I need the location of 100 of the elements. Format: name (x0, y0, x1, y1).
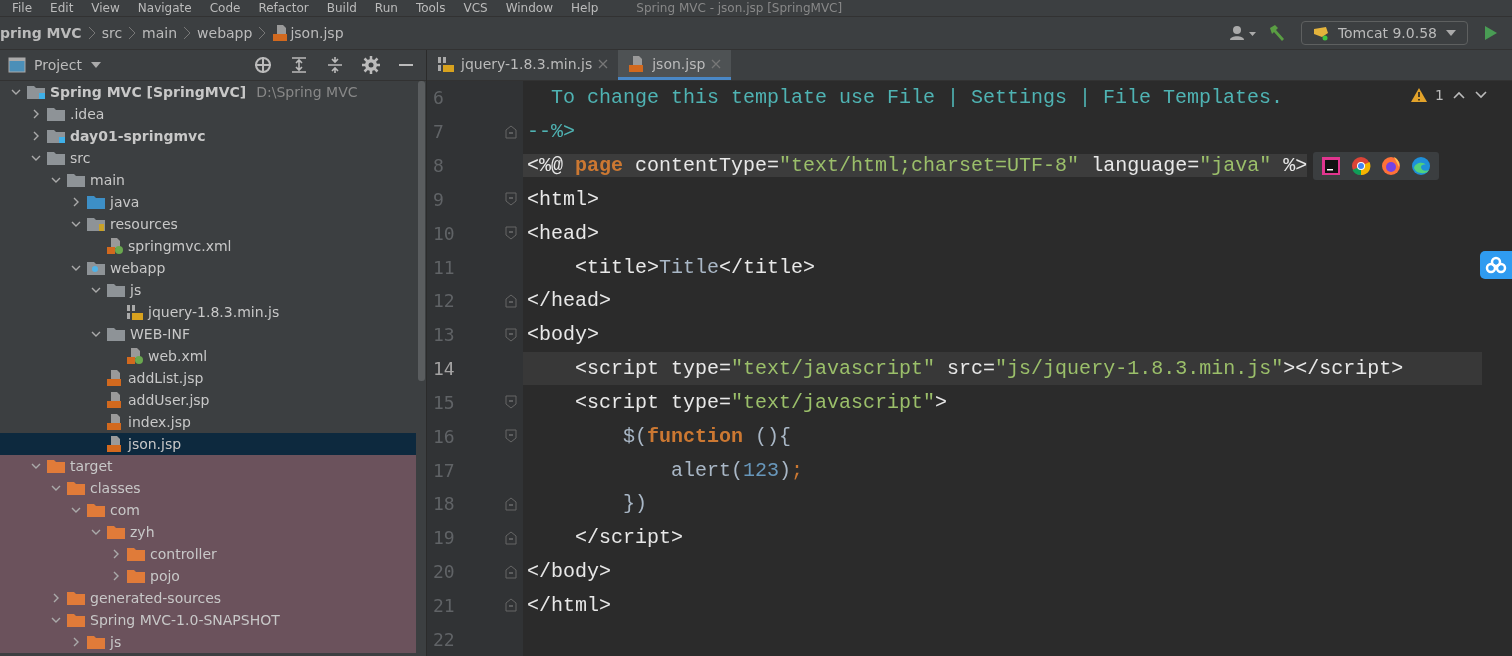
project-view-dropdown[interactable]: Project (8, 57, 102, 73)
breadcrumb-item[interactable]: main (142, 25, 178, 41)
tree-item[interactable]: day01-springmvc (0, 125, 416, 147)
fold-marker-icon[interactable] (505, 293, 517, 308)
fold-marker-icon[interactable] (505, 192, 517, 207)
folder-icon (106, 282, 126, 298)
jsp-file-icon (106, 369, 124, 387)
tree-item[interactable]: pojo (0, 565, 416, 587)
chevron-up-icon[interactable] (1452, 90, 1466, 100)
xml-file-icon (126, 347, 144, 365)
fold-marker-icon[interactable] (505, 124, 517, 139)
tree-item[interactable]: resources (0, 213, 416, 235)
fold-marker-icon[interactable] (505, 327, 517, 342)
menu-item[interactable]: VCS (463, 1, 488, 15)
close-icon[interactable] (711, 58, 722, 69)
tree-item[interactable]: json.jsp (0, 433, 416, 455)
folder-icon (66, 612, 86, 628)
tree-item[interactable]: zyh (0, 521, 416, 543)
folder-icon (86, 634, 106, 650)
tree-item[interactable]: Spring MVC-1.0-SNAPSHOT (0, 609, 416, 631)
menu-item[interactable]: Help (571, 1, 599, 15)
module-folder-icon (46, 128, 66, 144)
tree-item[interactable]: target (0, 455, 416, 477)
tree-item[interactable]: jquery-1.8.3.min.js (0, 301, 416, 323)
tree-item[interactable]: js (0, 631, 416, 653)
tree-item[interactable]: Spring MVC [SpringMVC] D:\Spring MVC (0, 81, 416, 103)
tree-item[interactable]: classes (0, 477, 416, 499)
line-number: 14 (433, 358, 455, 380)
tree-item[interactable]: js (0, 279, 416, 301)
run-configuration-dropdown[interactable]: Tomcat 9.0.58 (1300, 21, 1468, 45)
fold-marker-icon[interactable] (505, 226, 517, 241)
code-line: </body> (526, 560, 611, 583)
folder-icon (86, 502, 106, 518)
menu-item[interactable]: Refactor (258, 1, 309, 15)
breadcrumb-item[interactable]: pring MVC (0, 25, 82, 41)
xml-file-icon (106, 237, 124, 255)
warning-icon[interactable] (1411, 88, 1428, 102)
menu-item[interactable]: Edit (50, 1, 74, 15)
breadcrumb-item[interactable]: src (101, 25, 123, 41)
menu-item[interactable]: File (12, 1, 33, 15)
code-line: $(function (){ (622, 424, 792, 448)
tree-item[interactable]: com (0, 499, 416, 521)
tree-item[interactable]: addList.jsp (0, 367, 416, 389)
menu-item[interactable]: Run (374, 1, 398, 15)
resources-folder-icon (86, 216, 106, 232)
chevron-separator-icon (258, 26, 267, 40)
ide-logo-icon[interactable] (1321, 155, 1342, 176)
folder-icon (66, 590, 86, 606)
code-line: <html> (526, 187, 599, 211)
js-file-icon (437, 54, 455, 73)
menu-item[interactable]: Tools (415, 1, 446, 15)
chevron-down-icon[interactable] (1474, 90, 1488, 100)
source-folder-icon (86, 194, 106, 210)
scrollbar-thumb[interactable] (417, 81, 425, 381)
firefox-icon[interactable] (1381, 155, 1402, 176)
chevron-separator-icon (183, 26, 192, 40)
window-icon (8, 57, 26, 73)
fold-marker-icon[interactable] (505, 496, 517, 511)
close-icon[interactable] (598, 58, 609, 69)
breadcrumb-item[interactable]: webapp (197, 25, 253, 41)
breadcrumb-item[interactable]: json.jsp (290, 25, 344, 41)
js-file-icon (126, 303, 144, 321)
menu-item[interactable]: Build (326, 1, 357, 15)
chrome-icon[interactable] (1351, 155, 1372, 176)
tree-item[interactable]: springmvc.xml (0, 235, 416, 257)
menu-item[interactable]: View (91, 1, 120, 15)
tree-item[interactable]: .idea (0, 103, 416, 125)
menu-item[interactable]: Code (209, 1, 241, 15)
module-folder-icon (26, 84, 46, 100)
folder-icon (46, 150, 66, 166)
menu-item[interactable]: Window (505, 1, 553, 15)
code-line: <title>Title</title> (574, 255, 816, 279)
jsp-file-icon (106, 435, 124, 453)
jsp-file-icon (106, 413, 124, 431)
tree-item[interactable]: main (0, 169, 416, 191)
tree-item[interactable]: web.xml (0, 345, 416, 367)
tree-item[interactable]: controller (0, 543, 416, 565)
editor-tab[interactable]: jquery-1.8.3.min.js (427, 50, 619, 80)
tree-item[interactable]: addUser.jsp (0, 389, 416, 411)
fold-marker-icon[interactable] (505, 429, 517, 444)
tree-item[interactable]: generated-sources (0, 587, 416, 609)
fold-marker-icon[interactable] (505, 395, 517, 410)
code-line: --%> (526, 120, 575, 144)
edge-icon[interactable] (1411, 155, 1432, 176)
folder-icon (126, 546, 146, 562)
code-line: </html> (526, 593, 611, 617)
tree-item[interactable]: WEB-INF (0, 323, 416, 345)
tree-item[interactable]: webapp (0, 257, 416, 279)
tree-item[interactable]: java (0, 191, 416, 213)
fold-marker-icon[interactable] (505, 598, 517, 613)
folder-icon (126, 568, 146, 584)
tree-item[interactable]: src (0, 147, 416, 169)
fold-marker-icon[interactable] (505, 564, 517, 579)
tree-item[interactable]: index.jsp (0, 411, 416, 433)
folder-icon (66, 172, 86, 188)
folder-icon (106, 326, 126, 342)
menu-item[interactable]: Navigate (137, 1, 192, 15)
cloud-button[interactable] (1480, 251, 1512, 279)
fold-marker-icon[interactable] (505, 530, 517, 545)
editor-tab[interactable]: json.jsp (618, 50, 732, 80)
